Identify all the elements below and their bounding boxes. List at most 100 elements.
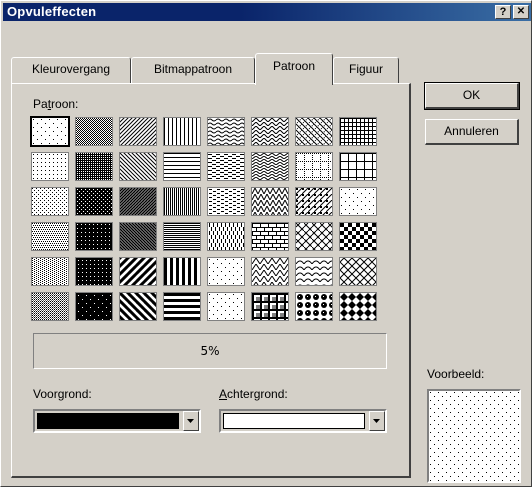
pattern-swatch-zigzag-dense[interactable] xyxy=(251,152,289,181)
pattern-swatch-weave[interactable] xyxy=(295,222,333,251)
pattern-swatch-grid-small[interactable] xyxy=(339,117,377,146)
pattern-swatch-dash-horiz-graphic xyxy=(208,153,244,180)
pattern-swatch-wave-horiz-graphic xyxy=(208,118,244,145)
pattern-swatch-dots-20[interactable] xyxy=(31,187,69,216)
pattern-swatch-dots-90[interactable] xyxy=(75,292,113,321)
pattern-swatch-diag-right-light[interactable] xyxy=(119,117,157,146)
pattern-swatch-dots-10[interactable] xyxy=(31,152,69,181)
pattern-swatch-diag-check[interactable] xyxy=(295,187,333,216)
preview-pattern xyxy=(429,391,519,481)
pattern-swatch-dash-horiz[interactable] xyxy=(207,152,245,181)
pattern-swatch-checker-graphic xyxy=(340,223,376,250)
pattern-swatch-vert-dark[interactable] xyxy=(163,187,201,216)
pattern-swatch-diag-left-light-graphic xyxy=(120,153,156,180)
pattern-swatch-brick[interactable] xyxy=(251,222,289,251)
pattern-swatch-dots-confetti[interactable] xyxy=(207,257,245,286)
pattern-swatch-trellis[interactable] xyxy=(295,117,333,146)
pattern-swatch-horiz-dark[interactable] xyxy=(163,222,201,251)
pattern-swatch-diag-left-wide[interactable] xyxy=(119,292,157,321)
pattern-swatch-plaid[interactable] xyxy=(251,292,289,321)
pattern-swatch-plaid-graphic xyxy=(252,293,288,320)
tab-bitmappatroon[interactable]: Bitmappatroon xyxy=(131,57,255,83)
help-button[interactable]: ? xyxy=(495,5,511,19)
foreground-color-dropdown[interactable] xyxy=(33,409,201,433)
pattern-swatch-diag-right-wide-graphic xyxy=(120,258,156,285)
background-color-swatch xyxy=(223,413,365,429)
pattern-swatch-dots-dense[interactable] xyxy=(339,187,377,216)
tab-kleurovergang[interactable]: Kleurovergang xyxy=(11,57,131,83)
pattern-swatch-dots-75-graphic xyxy=(76,223,112,250)
tab-figuur[interactable]: Figuur xyxy=(333,57,399,83)
pattern-swatch-diag-left-light[interactable] xyxy=(119,152,157,181)
pattern-swatch-diag-left-wide-graphic xyxy=(120,293,156,320)
pattern-swatch-horiz-wide[interactable] xyxy=(163,292,201,321)
background-dropdown-button[interactable] xyxy=(369,411,385,431)
pattern-swatch-zigzag-dense-graphic xyxy=(252,153,288,180)
pattern-swatch-horiz-dark-graphic xyxy=(164,223,200,250)
background-color-dropdown[interactable] xyxy=(219,409,387,433)
pattern-swatch-dots-dense-graphic xyxy=(340,188,376,215)
pattern-swatch-dash-vert[interactable] xyxy=(207,222,245,251)
foreground-dropdown-button[interactable] xyxy=(183,411,199,431)
pattern-swatch-dots-30[interactable] xyxy=(31,257,69,286)
pattern-swatch-dots-small-confetti[interactable] xyxy=(207,292,245,321)
pattern-swatch-horiz-light-graphic xyxy=(164,153,200,180)
pattern-swatch-dots-small-confetti-graphic xyxy=(208,293,244,320)
pattern-swatch-dots-confetti-graphic xyxy=(208,258,244,285)
pattern-swatch-dots-5-graphic xyxy=(32,118,68,145)
pattern-swatch-dots-70[interactable] xyxy=(75,187,113,216)
pattern-swatch-zigzag-wide-graphic xyxy=(252,258,288,285)
window-title: Opvuleffecten xyxy=(7,4,97,19)
pattern-swatch-diag-right-dark[interactable] xyxy=(119,187,157,216)
pattern-swatch-grid-large[interactable] xyxy=(339,152,377,181)
pattern-swatch-dash-short[interactable] xyxy=(207,187,245,216)
pattern-swatch-vert-light-graphic xyxy=(164,118,200,145)
foreground-color-swatch xyxy=(37,413,179,429)
pattern-swatch-grid-large-graphic xyxy=(340,153,376,180)
pattern-swatch-dash-short-graphic xyxy=(208,188,244,215)
pattern-swatch-dots-40-graphic xyxy=(32,293,68,320)
pattern-swatch-dots-60[interactable] xyxy=(75,152,113,181)
pattern-swatch-diag-zig[interactable] xyxy=(251,187,289,216)
cancel-button[interactable]: Annuleren xyxy=(425,119,519,145)
pattern-swatch-checker[interactable] xyxy=(339,222,377,251)
pattern-swatch-shingle-graphic xyxy=(296,258,332,285)
pattern-swatch-dots-60-graphic xyxy=(76,153,112,180)
pattern-swatch-horiz-wide-graphic xyxy=(164,293,200,320)
pattern-swatch-dots-80[interactable] xyxy=(75,257,113,286)
pattern-swatch-dots-70-graphic xyxy=(76,188,112,215)
chevron-down-icon xyxy=(373,419,380,423)
pattern-swatch-vert-wide[interactable] xyxy=(163,257,201,286)
pattern-swatch-vert-wide-graphic xyxy=(164,258,200,285)
pattern-swatch-diag-right-wide[interactable] xyxy=(119,257,157,286)
pattern-swatch-horiz-light[interactable] xyxy=(163,152,201,181)
tab-patroon[interactable]: Patroon xyxy=(255,53,333,85)
pattern-swatch-grid-small-graphic xyxy=(340,118,376,145)
pattern-swatch-sphere-graphic xyxy=(296,293,332,320)
pattern-swatch-dots-5[interactable] xyxy=(30,116,70,147)
ok-button[interactable]: OK xyxy=(424,82,520,110)
close-button[interactable]: ✕ xyxy=(513,5,529,19)
pattern-swatch-sphere[interactable] xyxy=(295,292,333,321)
pattern-swatch-wave-horiz[interactable] xyxy=(207,117,245,146)
pattern-swatch-zigzag-wide[interactable] xyxy=(251,257,289,286)
pattern-swatch-diag-left-dark[interactable] xyxy=(119,222,157,251)
preview-box xyxy=(427,389,521,483)
pattern-swatch-grid-dotted[interactable] xyxy=(295,152,333,181)
title-bar: Opvuleffecten ? ✕ xyxy=(3,3,531,21)
pattern-swatch-zigzag-graphic xyxy=(252,118,288,145)
fill-effects-dialog: Opvuleffecten ? ✕ Kleurovergang Bitmappa… xyxy=(0,0,532,487)
pattern-swatch-diamond-outline[interactable] xyxy=(339,257,377,286)
pattern-swatch-diag-zig-graphic xyxy=(252,188,288,215)
pattern-swatch-dots-90-graphic xyxy=(76,293,112,320)
pattern-swatch-zigzag[interactable] xyxy=(251,117,289,146)
pattern-swatch-dots-75[interactable] xyxy=(75,222,113,251)
preview-label: Voorbeeld: xyxy=(427,367,485,381)
pattern-swatch-dots-50[interactable] xyxy=(75,117,113,146)
pattern-swatch-diamond-solid[interactable] xyxy=(339,292,377,321)
pattern-swatch-dots-40[interactable] xyxy=(31,292,69,321)
pattern-swatch-dots-25[interactable] xyxy=(31,222,69,251)
pattern-swatch-diag-check-graphic xyxy=(296,188,332,215)
pattern-swatch-shingle[interactable] xyxy=(295,257,333,286)
pattern-swatch-vert-light[interactable] xyxy=(163,117,201,146)
